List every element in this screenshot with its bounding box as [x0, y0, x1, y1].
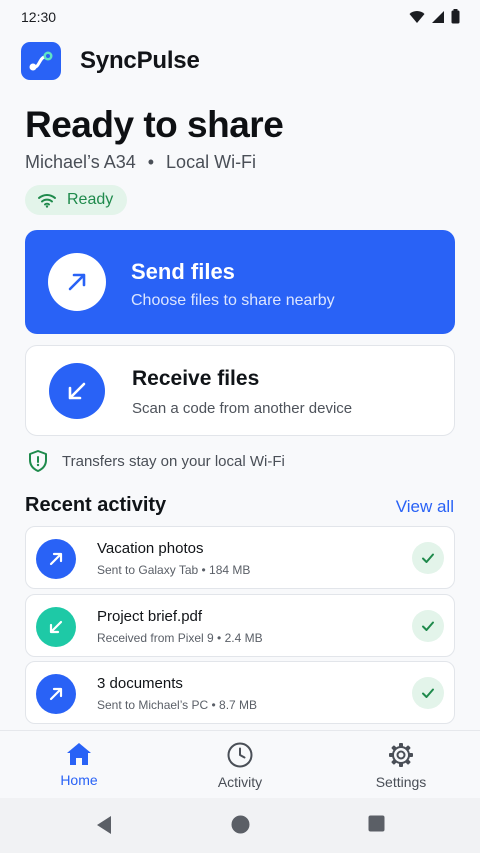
activity-item-project-brief[interactable]: Project brief.pdf Received from Pixel 9 …: [25, 594, 455, 657]
security-note: Transfers stay on your local Wi-Fi: [27, 449, 285, 473]
activity-name: Vacation photos: [97, 540, 204, 557]
recents-icon[interactable]: [368, 815, 385, 832]
arrow-up-right-icon: [49, 552, 63, 566]
nav-settings-label: Settings: [375, 774, 427, 790]
sent-icon-circle: [36, 539, 76, 579]
check-icon: [412, 542, 444, 574]
activity-item-vacation-photos[interactable]: Vacation photos Sent to Galaxy Tab • 184…: [25, 526, 455, 589]
app-logo: [21, 42, 61, 80]
status-icons: [409, 9, 460, 24]
gear-icon: [389, 743, 413, 767]
arrow-down-left-icon: [49, 620, 63, 634]
clock-icon: [227, 742, 253, 768]
check-icon: [412, 677, 444, 709]
status-time: 12:30: [21, 9, 57, 25]
arrow-up-right-icon: [68, 273, 86, 291]
wifi-icon: [38, 194, 56, 208]
activity-meta: Sent to Galaxy Tab • 184 MB: [97, 563, 251, 577]
activity-name: 3 documents: [97, 675, 183, 692]
receive-files-subtitle: Scan a code from another device: [132, 400, 353, 417]
received-icon-circle: [36, 607, 76, 647]
send-files-title: Send files: [131, 259, 235, 284]
arrow-up-right-icon: [49, 687, 63, 701]
device-name: Michael’s A34: [25, 152, 136, 172]
receive-files-title: Receive files: [132, 367, 260, 390]
cell-signal-icon: [432, 10, 444, 23]
arrow-down-left-icon: [68, 382, 86, 400]
home-icon: [67, 743, 91, 765]
network-name: Local Wi-Fi: [166, 152, 257, 172]
nav-home[interactable]: Home: [29, 741, 129, 788]
send-icon-circle: [48, 253, 106, 311]
receive-icon-circle: [49, 363, 105, 419]
battery-icon: [451, 9, 460, 24]
screen: 12:30 SyncPulse Ready to share Michael’s…: [0, 0, 480, 853]
view-all-link[interactable]: View all: [396, 497, 454, 517]
nav-home-label: Home: [60, 772, 98, 788]
app-name: SyncPulse: [80, 47, 200, 74]
receive-files-button[interactable]: Receive files Scan a code from another d…: [25, 345, 455, 436]
sent-icon-circle: [36, 674, 76, 714]
recent-activity-title: Recent activity: [25, 494, 167, 516]
status-bar: 12:30: [0, 0, 480, 34]
nav-settings[interactable]: Settings: [351, 741, 451, 790]
device-line: Michael’s A34 • Local Wi-Fi: [25, 152, 256, 173]
nav-activity-label: Activity: [217, 774, 263, 790]
home-button-icon[interactable]: [231, 815, 250, 834]
send-files-button[interactable]: Send files Choose files to share nearby: [25, 230, 455, 334]
status-badge: Ready: [25, 185, 128, 215]
back-icon[interactable]: [96, 815, 112, 835]
nav-activity[interactable]: Activity: [190, 741, 290, 790]
activity-meta: Received from Pixel 9 • 2.4 MB: [97, 631, 263, 645]
activity-item-3-documents[interactable]: 3 documents Sent to Michael’s PC • 8.7 M…: [25, 661, 455, 724]
check-icon: [412, 610, 444, 642]
bottom-nav: Home Activity Settings: [0, 730, 480, 798]
status-badge-label: Ready: [67, 191, 114, 208]
separator: •: [147, 152, 155, 172]
activity-meta: Sent to Michael’s PC • 8.7 MB: [97, 698, 258, 712]
syncpulse-logo-icon: [29, 51, 53, 71]
shield-icon: [29, 450, 47, 472]
activity-name: Project brief.pdf: [97, 608, 203, 625]
wifi-signal-icon: [409, 10, 425, 23]
page-title: Ready to share: [25, 104, 284, 145]
security-note-text: Transfers stay on your local Wi-Fi: [62, 452, 285, 470]
send-files-subtitle: Choose files to share nearby: [131, 292, 335, 309]
system-nav-bar: [0, 798, 480, 853]
